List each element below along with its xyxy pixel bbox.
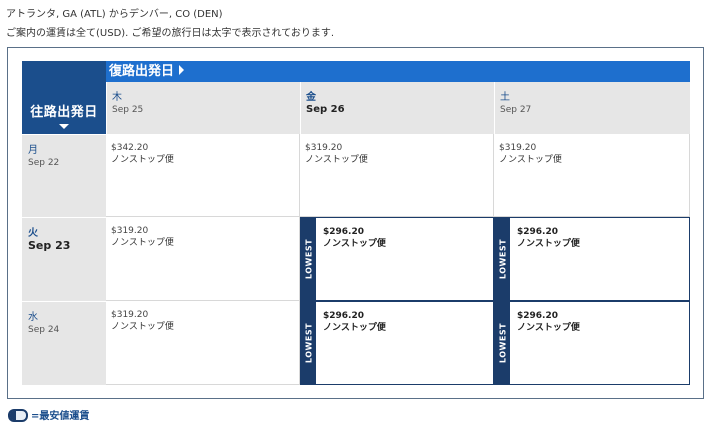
col-date: Sep 26 — [306, 104, 345, 115]
fare-stops: ノンストップ便 — [517, 323, 580, 333]
right-arrow-icon — [179, 65, 185, 75]
fare-cell[interactable]: $319.20 ノンストップ便 — [300, 134, 494, 217]
fare-price: $342.20 — [111, 143, 149, 153]
fare-cell[interactable]: $319.20 ノンストップ便 — [106, 301, 300, 385]
outbound-header: 往路出発日 — [22, 61, 106, 134]
fare-price: $296.20 — [323, 227, 364, 237]
fare-price: $296.20 — [323, 311, 364, 321]
fare-stops: ノンストップ便 — [323, 239, 386, 249]
fare-cell-lowest[interactable]: LOWEST $296.20 ノンストップ便 — [300, 301, 494, 385]
fare-cell-lowest[interactable]: LOWEST $296.20 ノンストップ便 — [494, 301, 690, 385]
col-dow: 木 — [112, 92, 122, 103]
fare-stops: ノンストップ便 — [323, 323, 386, 333]
fare-price: $319.20 — [499, 143, 537, 153]
row-header-sep23[interactable]: 火 Sep 23 — [22, 217, 106, 301]
lowest-tag: LOWEST — [495, 302, 510, 384]
lowest-tag: LOWEST — [301, 302, 316, 384]
col-header-sep26[interactable]: 金 Sep 26 — [300, 82, 494, 134]
col-header-sep27[interactable]: 土 Sep 27 — [494, 82, 690, 134]
lowest-tag-label: LOWEST — [498, 322, 507, 364]
col-header-sep25[interactable]: 木 Sep 25 — [106, 82, 300, 134]
fare-stops: ノンストップ便 — [111, 322, 174, 332]
fare-note: ご案内の運賃は全て(USD). ご希望の旅行日は太字で表示されております. — [6, 28, 335, 39]
fare-stops: ノンストップ便 — [517, 239, 580, 249]
down-arrow-icon — [59, 124, 69, 129]
lowest-tag-label: LOWEST — [304, 322, 313, 364]
fare-cell-lowest[interactable]: LOWEST $296.20 ノンストップ便 — [300, 217, 494, 301]
lowest-fare-swatch-icon — [8, 409, 28, 422]
fare-cell[interactable]: $319.20 ノンストップ便 — [494, 134, 690, 217]
legend: =最安値運賃 — [8, 407, 89, 422]
fare-price: $296.20 — [517, 311, 558, 321]
route-title: アトランタ, GA (ATL) からデンバー, CO (DEN) — [6, 9, 223, 20]
return-header: 復路出発日 — [106, 61, 690, 82]
return-label: 復路出発日 — [109, 64, 175, 79]
lowest-tag: LOWEST — [495, 218, 510, 300]
fare-stops: ノンストップ便 — [305, 155, 368, 165]
row-dow: 月 — [28, 145, 38, 156]
row-header-sep24[interactable]: 水 Sep 24 — [22, 301, 106, 385]
col-date: Sep 25 — [112, 105, 144, 115]
fare-price: $319.20 — [305, 143, 343, 153]
lowest-tag-label: LOWEST — [304, 238, 313, 280]
fare-cell[interactable]: $319.20 ノンストップ便 — [106, 217, 300, 301]
fare-grid: 往路出発日 復路出発日 木 Sep 25 金 Sep 26 土 Sep 27 月… — [22, 61, 690, 385]
fare-price: $319.20 — [111, 310, 149, 320]
lowest-tag-label: LOWEST — [498, 238, 507, 280]
fare-price: $296.20 — [517, 227, 558, 237]
row-header-sep22[interactable]: 月 Sep 22 — [22, 134, 106, 217]
row-date: Sep 23 — [28, 239, 71, 252]
fare-price: $319.20 — [111, 226, 149, 236]
row-date: Sep 24 — [28, 325, 60, 335]
lowest-tag: LOWEST — [301, 218, 316, 300]
col-dow: 金 — [306, 92, 316, 103]
fare-stops: ノンストップ便 — [111, 238, 174, 248]
fare-stops: ノンストップ便 — [111, 155, 174, 165]
row-date: Sep 22 — [28, 158, 60, 168]
fare-cell[interactable]: $342.20 ノンストップ便 — [106, 134, 300, 217]
fare-cell-lowest[interactable]: LOWEST $296.20 ノンストップ便 — [494, 217, 690, 301]
outbound-label: 往路出発日 — [30, 105, 98, 120]
row-dow: 水 — [28, 312, 38, 323]
col-date: Sep 27 — [500, 105, 532, 115]
legend-label: =最安値運賃 — [31, 411, 90, 422]
fare-stops: ノンストップ便 — [499, 155, 562, 165]
col-dow: 土 — [500, 92, 510, 103]
